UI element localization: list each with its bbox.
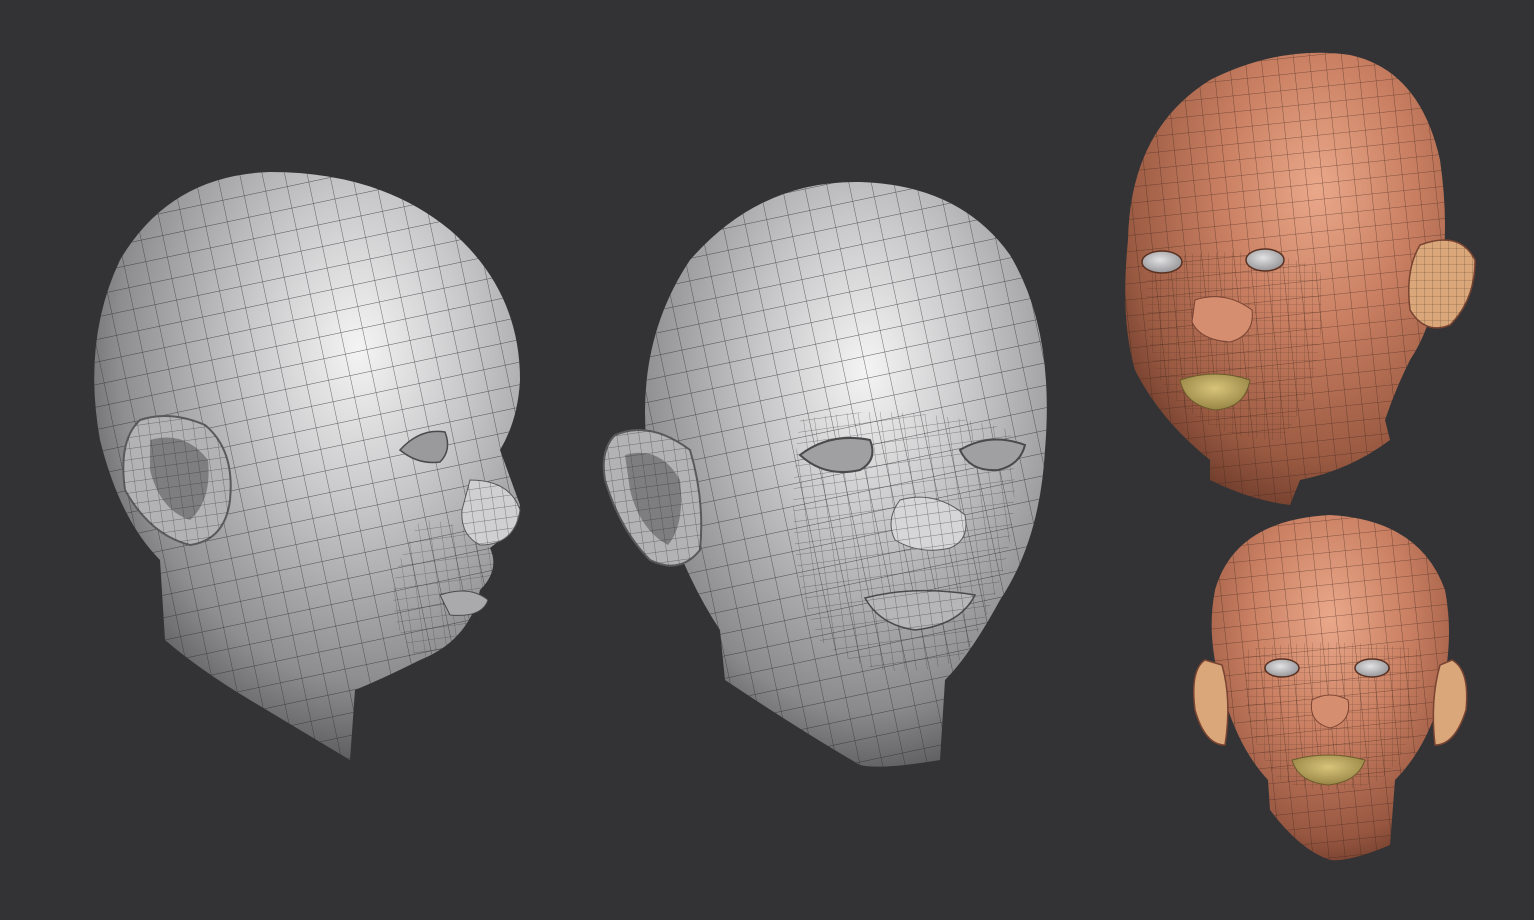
left-eye — [1141, 250, 1183, 274]
render-scene — [94, 52, 1476, 861]
left-ear — [1193, 659, 1229, 746]
right-eye — [1245, 248, 1285, 272]
viewport-canvas — [0, 0, 1534, 920]
right-ear — [1432, 659, 1468, 746]
left-eye — [1264, 658, 1300, 678]
head-side-profile — [94, 172, 521, 760]
right-eye — [1354, 658, 1390, 678]
head-front-three-quarter — [602, 181, 1047, 767]
head-polygroup-three-quarter — [1125, 52, 1476, 506]
head-polygroup-front — [1193, 515, 1468, 861]
